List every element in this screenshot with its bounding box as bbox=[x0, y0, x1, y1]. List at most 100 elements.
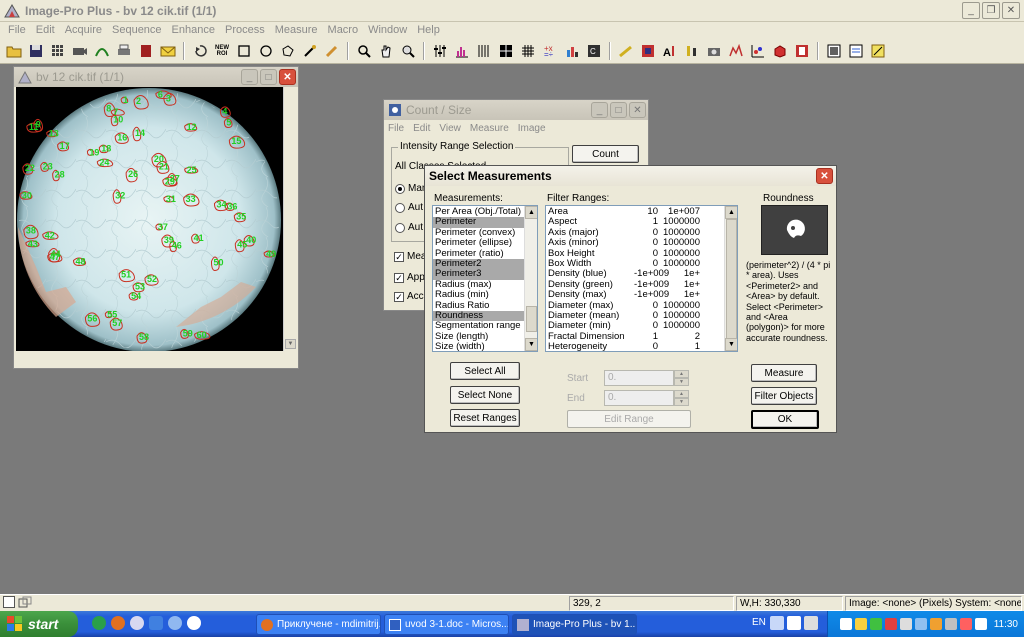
filter-range-row[interactable]: Diameter (min) 0 1000000 bbox=[546, 320, 737, 331]
tray-wifi-icon[interactable] bbox=[914, 618, 927, 630]
spin-down-icon[interactable]: ▼ bbox=[674, 398, 689, 406]
accumulate-checkbox[interactable]: ✓ Acc bbox=[394, 291, 424, 302]
menu-file[interactable]: File bbox=[3, 24, 31, 36]
hand-icon[interactable] bbox=[376, 41, 396, 61]
clock[interactable]: 11:30 bbox=[994, 619, 1018, 630]
cs-menu-image[interactable]: Image bbox=[518, 123, 546, 134]
polygon-icon[interactable] bbox=[278, 41, 298, 61]
ok-button[interactable]: OK bbox=[751, 410, 819, 429]
align-icon[interactable]: A bbox=[660, 41, 680, 61]
minimize-button[interactable]: _ bbox=[962, 2, 980, 19]
menu-sequence[interactable]: Sequence bbox=[107, 24, 167, 36]
scroll-down-icon[interactable]: ▼ bbox=[525, 338, 537, 351]
tray-update-icon[interactable] bbox=[929, 618, 942, 630]
close-button[interactable]: ✕ bbox=[816, 168, 833, 184]
macro-icon[interactable] bbox=[824, 41, 844, 61]
measurements-list[interactable]: Per Area (Obj./Total) Perimeter Perimeter … bbox=[432, 205, 538, 352]
filter-range-row[interactable]: Aspect 1 1000000 bbox=[546, 216, 737, 227]
start-button[interactable]: start bbox=[0, 611, 78, 637]
zoom-icon[interactable] bbox=[354, 41, 374, 61]
magic-wand-icon[interactable] bbox=[300, 41, 320, 61]
task-imagepro[interactable]: Image-Pro Plus - bv 1... bbox=[512, 614, 637, 635]
radio-manual[interactable]: Man bbox=[395, 183, 427, 194]
menu-acquire[interactable]: Acquire bbox=[60, 24, 107, 36]
quicklaunch-explorer-icon[interactable] bbox=[149, 616, 163, 630]
minimize-button[interactable]: _ bbox=[591, 102, 608, 118]
image-canvas[interactable]: 1 2 3 4 5 6 7 8 9 10 11 12 13 14 15 16 17 18 19 20 21 22 23 24 2… bbox=[16, 87, 285, 351]
tray-speaker-icon[interactable] bbox=[974, 618, 987, 630]
tray-help-icon[interactable] bbox=[804, 616, 818, 630]
bookmark-icon[interactable] bbox=[792, 41, 812, 61]
close-button[interactable]: ✕ bbox=[629, 102, 646, 118]
menu-window[interactable]: Window bbox=[363, 24, 412, 36]
close-button[interactable]: ✕ bbox=[1002, 2, 1020, 19]
database-icon[interactable] bbox=[136, 41, 156, 61]
task-word[interactable]: uvod 3-1.doc - Micros... bbox=[384, 614, 509, 635]
select-all-button[interactable]: Select All bbox=[450, 362, 520, 380]
filter-range-row[interactable]: Axis (minor) 0 1000000 bbox=[546, 237, 737, 248]
maximize-button[interactable]: □ bbox=[260, 69, 277, 85]
tray-status-icon[interactable] bbox=[869, 618, 882, 630]
ruler-icon[interactable] bbox=[616, 41, 636, 61]
cs-menu-view[interactable]: View bbox=[439, 123, 461, 134]
cs-menu-measure[interactable]: Measure bbox=[470, 123, 509, 134]
spin-down-icon[interactable]: ▼ bbox=[674, 378, 689, 386]
end-input[interactable]: 0. ▲ ▼ bbox=[604, 390, 689, 406]
menu-enhance[interactable]: Enhance bbox=[167, 24, 220, 36]
scroll-up-icon[interactable]: ▲ bbox=[525, 206, 537, 219]
measurement-item[interactable]: Size (width) bbox=[433, 341, 537, 351]
histogram-icon[interactable] bbox=[452, 41, 472, 61]
count-icon[interactable]: C bbox=[584, 41, 604, 61]
menu-edit[interactable]: Edit bbox=[31, 24, 60, 36]
print-icon[interactable] bbox=[114, 41, 134, 61]
quicklaunch-ie-icon[interactable] bbox=[92, 616, 106, 630]
mail-icon[interactable] bbox=[158, 41, 178, 61]
scroll-down-icon[interactable]: ▼ bbox=[725, 338, 737, 351]
quad-icon[interactable] bbox=[496, 41, 516, 61]
apply-filter-checkbox[interactable]: ✓ App bbox=[394, 272, 425, 283]
tray-check-icon[interactable] bbox=[787, 616, 801, 630]
colocalize-icon[interactable] bbox=[748, 41, 768, 61]
tray-usb-icon[interactable] bbox=[944, 618, 957, 630]
minimize-button[interactable]: _ bbox=[241, 69, 258, 85]
tray-network-icon[interactable] bbox=[839, 618, 852, 630]
filter-range-row[interactable]: Axis (major) 0 1000000 bbox=[546, 227, 737, 238]
edit-macro-icon[interactable] bbox=[868, 41, 888, 61]
spin-up-icon[interactable]: ▲ bbox=[674, 390, 689, 398]
filter-scrollbar[interactable]: ▲ ▼ bbox=[724, 206, 737, 351]
radio-auto-dark[interactable]: Aut bbox=[395, 222, 423, 233]
start-input[interactable]: 0. ▲ ▼ bbox=[604, 370, 689, 386]
new-roi-icon[interactable]: NEW ROI bbox=[212, 41, 232, 61]
save-icon[interactable] bbox=[26, 41, 46, 61]
micrograph-image[interactable]: 1 2 3456789 1011 1213 14151617 1819202122 23 242… bbox=[16, 87, 285, 351]
filter-range-row[interactable]: Box Height 0 1000000 bbox=[546, 248, 737, 259]
caliper-icon[interactable] bbox=[682, 41, 702, 61]
menu-measure[interactable]: Measure bbox=[270, 24, 323, 36]
status-windows-icon[interactable] bbox=[18, 596, 32, 609]
spin-up-icon[interactable]: ▲ bbox=[674, 370, 689, 378]
status-square-icon[interactable] bbox=[3, 596, 15, 608]
3d-icon[interactable] bbox=[770, 41, 790, 61]
menu-macro[interactable]: Macro bbox=[323, 24, 364, 36]
tray-shield-icon[interactable] bbox=[854, 618, 867, 630]
filter-range-row[interactable]: Diameter (max) 0 1000000 bbox=[546, 300, 737, 311]
tray-keyboard-icon[interactable] bbox=[770, 616, 784, 630]
scroll-up-icon[interactable]: ▲ bbox=[725, 206, 737, 219]
scroll-down-icon[interactable]: ▼ bbox=[285, 339, 296, 349]
pen-icon[interactable] bbox=[322, 41, 342, 61]
task-firefox[interactable]: Приклучене - mdimitrij... bbox=[256, 614, 381, 635]
quicklaunch-media-icon[interactable] bbox=[130, 616, 144, 630]
bar-chart-icon[interactable] bbox=[562, 41, 582, 61]
filter-ranges-list[interactable]: Area 10 1e+007 Aspect 1 1000000 Axis (major) 0 1… bbox=[545, 205, 738, 352]
zoom-fit-icon[interactable] bbox=[398, 41, 418, 61]
tray-alert-icon[interactable] bbox=[884, 618, 897, 630]
cs-menu-file[interactable]: File bbox=[388, 123, 404, 134]
rectangle-icon[interactable] bbox=[234, 41, 254, 61]
measure-checkbox[interactable]: ✓ Mea bbox=[394, 251, 426, 262]
curve-icon[interactable] bbox=[92, 41, 112, 61]
levels-icon[interactable] bbox=[474, 41, 494, 61]
filter-range-row[interactable]: Fractal Dimension 1 2 bbox=[546, 331, 737, 342]
grid-measure-icon[interactable] bbox=[518, 41, 538, 61]
calc-icon[interactable]: +x =÷ bbox=[540, 41, 560, 61]
quicklaunch-firefox-icon[interactable] bbox=[111, 616, 125, 630]
